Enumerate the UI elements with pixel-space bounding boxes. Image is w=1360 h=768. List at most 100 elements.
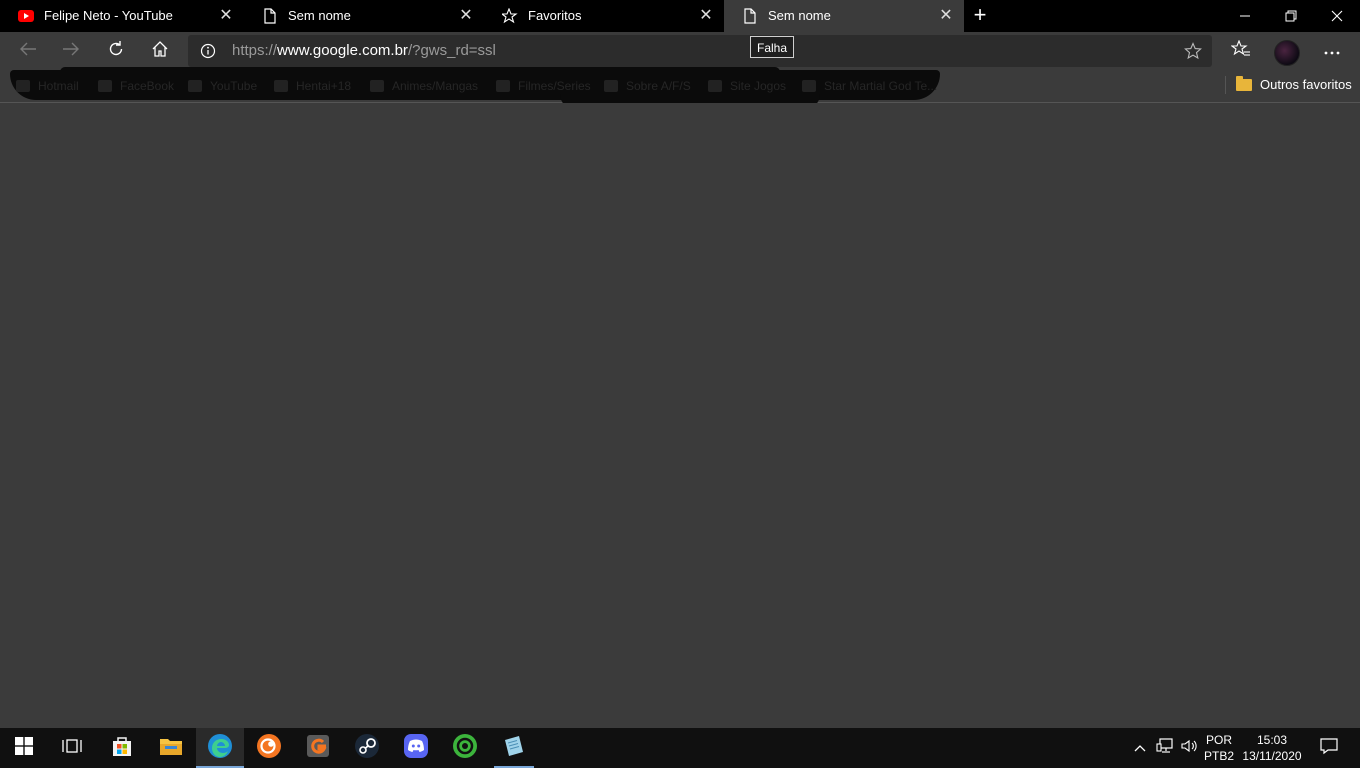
url-host: www.google.com.br	[277, 42, 408, 59]
notepad-app[interactable]	[490, 728, 538, 768]
tab-youtube[interactable]: Felipe Neto - YouTube ✕	[0, 0, 244, 32]
favorites-icon	[502, 8, 518, 24]
favorite-label: FaceBook	[120, 79, 175, 93]
taskbar: POR PTB2 15:03 13/11/2020	[0, 728, 1360, 768]
language-code: POR	[1205, 733, 1232, 747]
task-view-button[interactable]	[48, 728, 96, 768]
forward-button[interactable]	[56, 36, 86, 66]
store-app[interactable]	[98, 728, 146, 768]
edge-app[interactable]	[196, 728, 244, 768]
green-app-icon	[452, 733, 478, 764]
new-tab-button[interactable]: +	[968, 4, 992, 28]
back-button[interactable]	[13, 36, 43, 66]
folder-icon	[370, 80, 384, 92]
tab-title: Sem nome	[768, 8, 831, 23]
store-icon	[110, 734, 134, 763]
tab-title: Sem nome	[288, 8, 351, 23]
close-window-button[interactable]	[1314, 0, 1360, 32]
tab-title: Favoritos	[528, 8, 582, 23]
green-app[interactable]	[441, 728, 489, 768]
clock-time: 15:03	[1256, 733, 1288, 747]
more-dots-icon	[1324, 42, 1340, 60]
browser-toolbar: https://www.google.com.br/?gws_rd=ssl	[0, 32, 1360, 70]
other-favorites-label: Outros favoritos	[1260, 77, 1352, 92]
edge-icon	[207, 733, 233, 764]
file-explorer-icon	[159, 736, 183, 761]
favorites-hub-button[interactable]	[1226, 36, 1256, 66]
favorite-label: Animes/Mangas	[392, 79, 479, 93]
folder-icon	[708, 80, 722, 92]
garena-app[interactable]	[294, 728, 342, 768]
favorite-label: Filmes/Series	[518, 79, 591, 93]
youtube-icon	[18, 8, 34, 24]
favorite-label: YouTube	[210, 79, 258, 93]
url-path: /?gws_rd=ssl	[407, 42, 496, 59]
favorite-label: Hotmail	[38, 79, 79, 93]
notepad-icon	[502, 734, 526, 763]
facebook-icon	[98, 80, 112, 92]
restore-button[interactable]	[1268, 0, 1314, 32]
favorite-label: Hentai+18	[296, 79, 352, 93]
favorite-youtube[interactable]: YouTube	[188, 78, 257, 94]
profile-avatar[interactable]	[1274, 40, 1300, 66]
favorite-folder-filmes[interactable]: Filmes/Series	[496, 78, 591, 94]
folder-icon	[274, 80, 288, 92]
favorite-folder-animes[interactable]: Animes/Mangas	[370, 78, 478, 94]
folder-icon	[1236, 75, 1252, 91]
volume-button[interactable]	[1178, 728, 1200, 768]
file-explorer-app[interactable]	[147, 728, 195, 768]
start-button[interactable]	[0, 728, 48, 768]
favorites-list-icon	[1230, 39, 1251, 63]
url-text[interactable]: https://www.google.com.br/?gws_rd=ssl	[232, 42, 496, 59]
notifications-button[interactable]	[1314, 728, 1344, 768]
show-hidden-icons-button[interactable]	[1130, 728, 1150, 768]
tab-sem-nome-1[interactable]: Sem nome ✕	[244, 0, 484, 32]
favorite-facebook[interactable]: FaceBook	[98, 78, 174, 94]
chevron-up-icon	[1134, 739, 1146, 757]
steam-app[interactable]	[343, 728, 391, 768]
close-tab-button[interactable]: ✕	[218, 7, 234, 25]
tab-favoritos[interactable]: Favoritos ✕	[484, 0, 724, 32]
site-info-icon[interactable]	[200, 43, 216, 59]
favorite-folder-jogos[interactable]: Site Jogos	[708, 78, 786, 94]
crunchyroll-app[interactable]	[245, 728, 293, 768]
discord-app[interactable]	[392, 728, 440, 768]
notification-icon	[1320, 737, 1338, 760]
keyboard-layout: PTB2	[1204, 749, 1235, 763]
address-bar[interactable]: https://www.google.com.br/?gws_rd=ssl	[188, 35, 1212, 67]
language-indicator[interactable]: POR PTB2	[1204, 732, 1234, 764]
task-view-icon	[62, 737, 82, 760]
folder-icon	[496, 80, 510, 92]
home-icon	[151, 40, 169, 63]
favorites-bar: Hotmail FaceBook YouTube Hentai+18 Anime…	[0, 67, 1360, 110]
tab-sem-nome-2[interactable]: Sem nome ✕	[724, 0, 964, 32]
add-favorite-star-icon[interactable]	[1184, 42, 1202, 60]
settings-more-button[interactable]	[1317, 36, 1347, 66]
clock-date: 13/11/2020	[1242, 749, 1302, 763]
home-button[interactable]	[145, 36, 175, 66]
network-button[interactable]	[1154, 728, 1176, 768]
close-tab-button[interactable]: ✕	[938, 7, 954, 25]
other-favorites[interactable]: Outros favoritos	[1236, 75, 1352, 92]
garena-icon	[306, 734, 330, 763]
refresh-button[interactable]	[101, 36, 131, 66]
favorite-folder-sobre[interactable]: Sobre A/F/S	[604, 78, 691, 94]
folder-icon	[604, 80, 618, 92]
refresh-icon	[107, 40, 125, 63]
favorite-star-martial[interactable]: Star Martial God Te...	[802, 78, 937, 94]
favorite-label: Star Martial God Te...	[824, 79, 938, 93]
clock[interactable]: 15:03 13/11/2020	[1240, 732, 1304, 764]
hotmail-icon	[16, 80, 30, 92]
favorite-label: Site Jogos	[730, 79, 787, 93]
favorite-folder-hentai[interactable]: Hentai+18	[274, 78, 351, 94]
steam-icon	[354, 733, 380, 764]
favorite-hotmail[interactable]: Hotmail	[16, 78, 79, 94]
close-tab-button[interactable]: ✕	[698, 7, 714, 25]
minimize-button[interactable]	[1222, 0, 1268, 32]
tab-title: Felipe Neto - YouTube	[44, 8, 173, 23]
youtube-icon	[188, 80, 202, 92]
tooltip: Falha	[750, 36, 795, 58]
url-scheme: https://	[232, 42, 278, 59]
close-tab-button[interactable]: ✕	[458, 7, 474, 25]
page-icon	[742, 8, 758, 24]
